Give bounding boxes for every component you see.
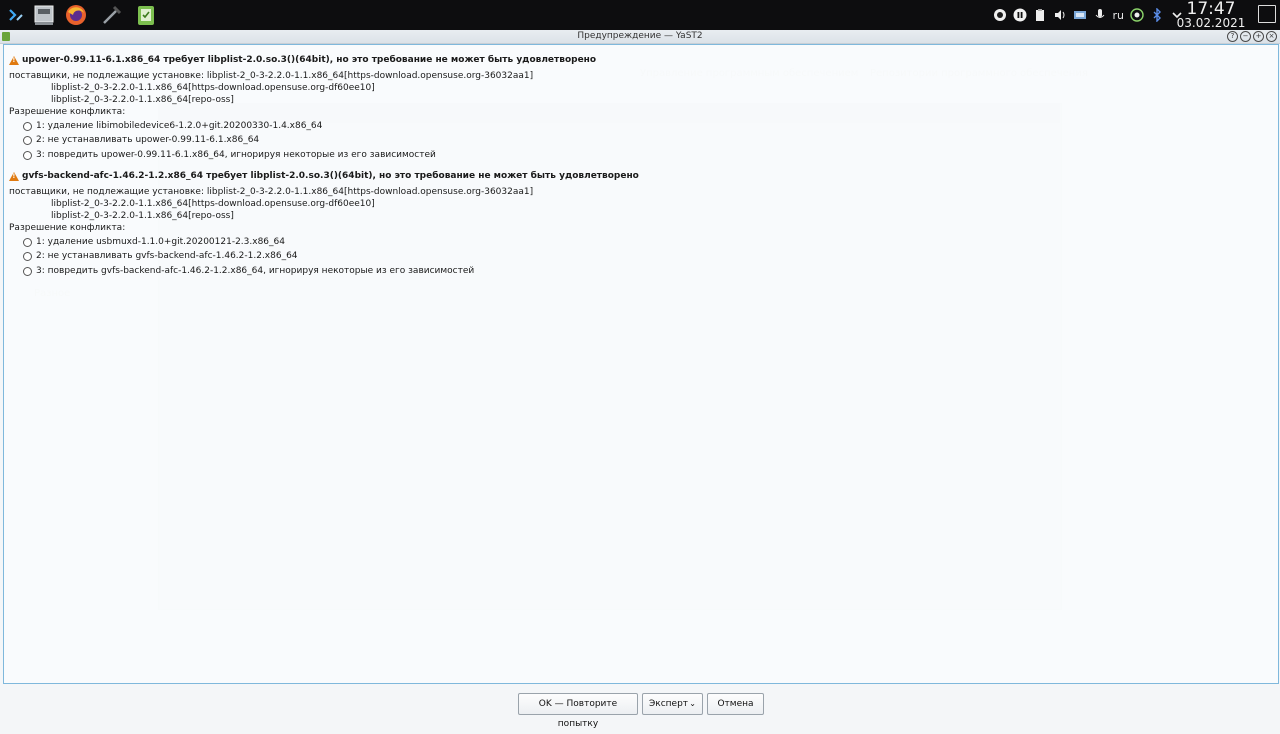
problem-1-option-3[interactable]: 3: повредить upower-0.99.11-6.1.x86_64, … (23, 150, 436, 160)
warning-icon (9, 171, 19, 181)
volume-icon[interactable] (1053, 8, 1067, 22)
firefox-icon[interactable] (64, 3, 88, 27)
pause-icon[interactable] (1013, 8, 1027, 22)
radio-button[interactable] (23, 135, 32, 145)
problem-2-providers: поставщики, не подлежащие установке: lib… (9, 187, 534, 197)
problem-2-header: gvfs-backend-afc-1.46.2-1.2.x86_64 требу… (9, 171, 639, 181)
radio-button[interactable] (23, 237, 32, 247)
problem-1-option-1[interactable]: 1: удаление libimobiledevice6-1.2.0+git.… (23, 121, 322, 131)
radio-button[interactable] (23, 251, 32, 261)
warning-content: upower-0.99.11-6.1.x86_64 требует libpli… (3, 44, 1279, 684)
option-label: 1: удаление usbmuxd-1.1.0+git.20200121-2… (36, 237, 285, 247)
problem-2-option-3[interactable]: 3: повредить gvfs-backend-afc-1.46.2-1.2… (23, 266, 474, 276)
network-icon[interactable] (1073, 8, 1087, 22)
file-manager-icon[interactable] (32, 3, 56, 27)
window-title: Предупреждение — YaST2 (577, 31, 703, 41)
maximize-icon[interactable]: + (1253, 31, 1264, 42)
option-label: 3: повредить gvfs-backend-afc-1.46.2-1.2… (36, 266, 475, 276)
problem-2-resolution-label: Разрешение конфликта: (9, 223, 126, 233)
window-controls: ? − + × (1227, 31, 1277, 42)
close-icon[interactable]: × (1266, 31, 1277, 42)
wifi-icon[interactable] (1130, 8, 1144, 22)
problem-1-header: upower-0.99.11-6.1.x86_64 требует libpli… (9, 55, 596, 65)
app-launcher-icon[interactable] (4, 3, 28, 27)
option-label: 3: повредить upower-0.99.11-6.1.x86_64, … (36, 150, 436, 160)
option-label: 1: удаление libimobiledevice6-1.2.0+git.… (36, 121, 323, 131)
bluetooth-icon[interactable] (1150, 8, 1164, 22)
problem-1-option-2[interactable]: 2: не устанавливать upower-0.99.11-6.1.x… (23, 135, 259, 145)
yast-icon[interactable] (134, 3, 158, 27)
problem-1-provider-3: libplist-2_0-3-2.2.0-1.1.x86_64[repo-oss… (51, 95, 234, 105)
clipboard-icon[interactable] (1033, 8, 1047, 22)
ok-retry-button[interactable]: OK — Повторите попытку (518, 693, 638, 729)
problem-2-title: gvfs-backend-afc-1.46.2-1.2.x86_64 требу… (22, 171, 639, 181)
chevron-down-icon: ⌄ (689, 699, 696, 708)
clock-date: 03.02.2021 (1176, 16, 1246, 30)
problem-2-provider-2: libplist-2_0-3-2.2.0-1.1.x86_64[https-do… (51, 199, 375, 209)
warning-icon (9, 55, 19, 65)
expert-menu-button[interactable]: Эксперт ⌄ (642, 693, 703, 715)
problem-2-provider-3: libplist-2_0-3-2.2.0-1.1.x86_64[repo-oss… (51, 211, 234, 221)
radio-button[interactable] (23, 266, 32, 276)
problem-1-title: upower-0.99.11-6.1.x86_64 требует libpli… (22, 55, 597, 65)
minimize-icon[interactable]: − (1240, 31, 1251, 42)
problem-1-providers: поставщики, не подлежащие установке: lib… (9, 71, 534, 81)
radio-button[interactable] (23, 150, 32, 160)
show-desktop-button[interactable] (1258, 5, 1276, 23)
help-icon[interactable]: ? (1227, 31, 1238, 42)
keyboard-layout[interactable]: ru (1113, 9, 1125, 22)
problem-2-option-2[interactable]: 2: не устанавливать gvfs-backend-afc-1.4… (23, 251, 298, 261)
window-titlebar[interactable]: Предупреждение — YaST2 ? − + × (0, 30, 1280, 44)
cancel-button[interactable]: Отмена (707, 693, 764, 715)
system-tray: ru (993, 6, 1185, 24)
microphone-icon[interactable] (1093, 8, 1107, 22)
expert-label: Эксперт (649, 699, 689, 709)
clock[interactable]: 17:47 03.02.2021 (1168, 0, 1254, 30)
option-label: 2: не устанавливать gvfs-backend-afc-1.4… (36, 251, 298, 261)
problem-1-provider-2: libplist-2_0-3-2.2.0-1.1.x86_64[https-do… (51, 83, 375, 93)
tools-icon[interactable] (100, 3, 124, 27)
problem-1-resolution-label: Разрешение конфликта: (9, 107, 126, 117)
clock-time: 17:47 (1186, 0, 1236, 19)
problem-2-option-1[interactable]: 1: удаление usbmuxd-1.1.0+git.20200121-2… (23, 237, 285, 247)
option-label: 2: не устанавливать upower-0.99.11-6.1.x… (36, 135, 260, 145)
radio-button[interactable] (23, 121, 32, 131)
update-icon[interactable] (993, 8, 1007, 22)
taskbar: ru 17:47 03.02.2021 (0, 0, 1280, 30)
